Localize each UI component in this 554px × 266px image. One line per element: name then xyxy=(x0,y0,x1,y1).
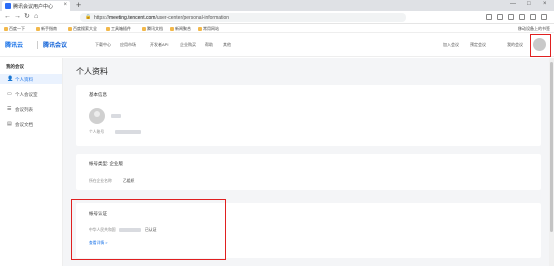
sidebar-item-label: 会议列表 xyxy=(15,107,33,112)
back-icon[interactable]: ← xyxy=(4,13,11,21)
account-type-title: 帐号类型: 企业版 xyxy=(89,161,123,166)
chat-icon[interactable] xyxy=(530,14,536,20)
nav-other[interactable]: 其他 xyxy=(223,42,231,48)
account-value-redacted xyxy=(115,130,141,134)
sidebar: 我的会议 👤 个人资料 ▭ 个人会议室 ☰ 会议列表 ▤ 会议文档 xyxy=(0,58,63,266)
minimize-icon[interactable]: — xyxy=(510,1,516,7)
close-window-icon[interactable]: × xyxy=(543,1,547,7)
account-type-card xyxy=(76,154,541,190)
list-icon: ☰ xyxy=(7,106,12,112)
home-icon[interactable]: ⌂ xyxy=(34,13,38,21)
sidebar-item-label: 个人资料 xyxy=(15,77,33,82)
reload-icon[interactable]: ↻ xyxy=(24,13,30,21)
downloads-icon[interactable] xyxy=(519,14,525,20)
document-icon: ▤ xyxy=(7,121,12,127)
url-text: https://meeting.tencent.com/user-center/… xyxy=(94,15,230,21)
mobile-bookmarks-link[interactable]: 移动设备上的书签 xyxy=(518,26,550,32)
org-value: 乙组织 xyxy=(123,179,135,183)
bookmark-item[interactable]: 百度一下 xyxy=(4,26,25,32)
extensions-icon[interactable] xyxy=(486,14,492,20)
bookmark-item[interactable]: 腾讯文档 xyxy=(142,26,163,32)
browser-tab[interactable]: 腾讯会议用户中心 × xyxy=(2,1,70,11)
basic-info-title: 基本信息 xyxy=(89,92,107,97)
sidebar-item-label: 会议文档 xyxy=(15,122,33,127)
tab-close-icon[interactable]: × xyxy=(63,2,67,8)
scrollbar-thumb[interactable] xyxy=(550,62,553,232)
auth-highlight-box xyxy=(71,199,226,260)
profile-avatar[interactable] xyxy=(89,108,105,124)
favorites-icon[interactable] xyxy=(497,14,503,20)
page-title: 个人资料 xyxy=(76,67,108,76)
lock-icon: 🔒 xyxy=(85,14,92,20)
nickname-redacted xyxy=(111,114,121,118)
sidebar-section-title: 我的会议 xyxy=(6,64,24,69)
logo-divider xyxy=(37,41,38,49)
bookmark-item[interactable]: 工具箱插件 xyxy=(106,26,131,32)
sidebar-item-label: 个人会议室 xyxy=(15,92,38,97)
nav-developer-api[interactable]: 开发者API xyxy=(150,42,168,48)
history-icon[interactable] xyxy=(508,14,514,20)
new-tab-button[interactable]: + xyxy=(76,0,81,10)
user-icon: 👤 xyxy=(7,76,14,82)
basic-info-card xyxy=(76,85,541,146)
account-label: 个人账号 xyxy=(89,130,105,134)
my-meetings-link[interactable]: 我的会议 xyxy=(507,42,523,48)
sidebar-item-profile[interactable]: 👤 个人资料 xyxy=(0,74,62,84)
schedule-meeting-link[interactable]: 预定会议 xyxy=(470,42,486,48)
bookmarks-bar: 百度一下 新手指南 百度搜索大全 工具箱插件 腾讯文档 新闻聚合 常用网站 移动… xyxy=(0,24,554,33)
tab-title: 腾讯会议用户中心 xyxy=(13,4,54,10)
nav-help[interactable]: 帮助 xyxy=(205,42,213,48)
bookmark-item[interactable]: 新手指南 xyxy=(36,26,57,32)
nav-enterprise[interactable]: 企业购买 xyxy=(180,42,196,48)
nav-download[interactable]: 下载中心 xyxy=(95,42,111,48)
tab-favicon-icon xyxy=(5,3,11,9)
menu-icon[interactable] xyxy=(541,14,547,20)
room-icon: ▭ xyxy=(7,91,12,97)
bookmark-item[interactable]: 新闻聚合 xyxy=(170,26,191,32)
tencent-meeting-logo[interactable]: 腾讯会议 xyxy=(43,40,67,49)
avatar-highlight-box xyxy=(530,34,551,57)
browser-toolbar: ← → ↻ ⌂ 🔒 https://meeting.tencent.com/us… xyxy=(0,11,554,24)
site-header: 腾讯云 腾讯会议 下载中心 应用市场 开发者API 企业购买 帮助 其他 加入会… xyxy=(0,34,554,57)
org-label: 所在企业名称 xyxy=(89,179,112,183)
forward-icon[interactable]: → xyxy=(14,13,21,21)
bookmark-item[interactable]: 百度搜索大全 xyxy=(68,26,97,32)
maximize-icon[interactable]: □ xyxy=(527,1,531,7)
browser-tab-strip: 腾讯会议用户中心 × + — □ × xyxy=(0,0,554,11)
tencent-cloud-logo[interactable]: 腾讯云 xyxy=(5,40,23,49)
bookmark-item[interactable]: 常用网站 xyxy=(198,26,219,32)
join-meeting-link[interactable]: 加入会议 xyxy=(443,42,459,48)
sidebar-item-personal-room[interactable]: ▭ 个人会议室 xyxy=(0,89,62,99)
sidebar-item-meeting-list[interactable]: ☰ 会议列表 xyxy=(0,104,62,114)
address-bar[interactable]: 🔒 https://meeting.tencent.com/user-cente… xyxy=(80,13,406,22)
sidebar-item-meeting-docs[interactable]: ▤ 会议文档 xyxy=(0,119,62,129)
nav-app-market[interactable]: 应用市场 xyxy=(120,42,136,48)
